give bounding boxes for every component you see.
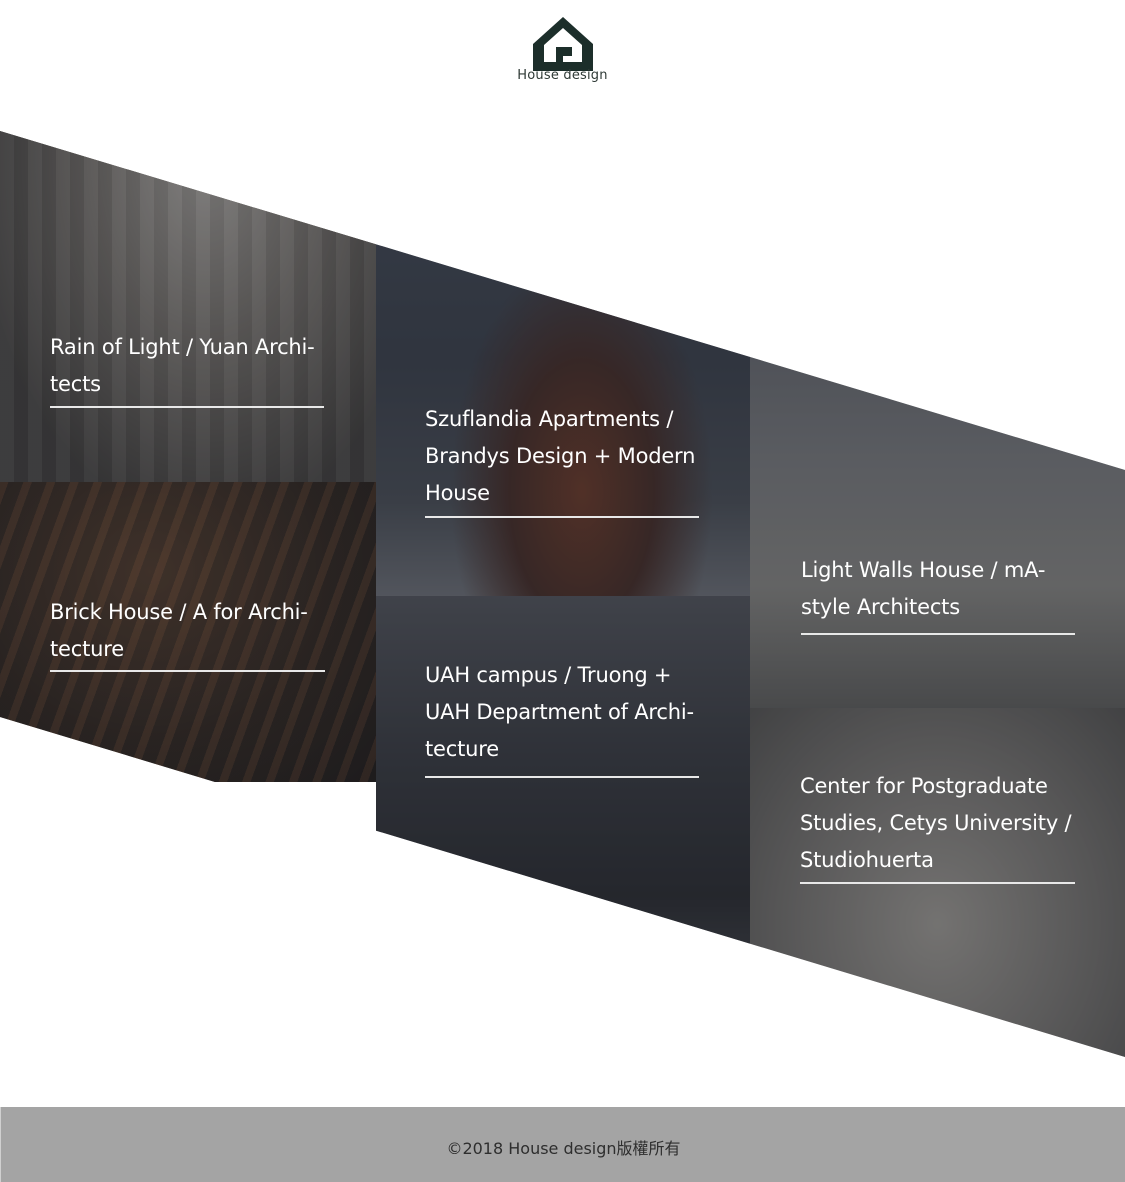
title-underline — [50, 670, 325, 672]
project-title-brick-house[interactable]: Brick House / A for Archi- tecture — [50, 594, 308, 668]
project-title-line: Rain of Light / Yuan Archi- — [50, 335, 315, 359]
tile-overlay — [376, 596, 750, 996]
logo-link[interactable] — [532, 16, 594, 72]
logo-text: House design — [517, 68, 608, 83]
project-title-line: tecture — [50, 637, 124, 661]
project-title-line: Brandys Design + Modern — [425, 444, 696, 468]
copyright-text: ©2018 House design版權所有 — [446, 1139, 681, 1158]
project-title-line: Center for Postgraduate — [800, 774, 1048, 798]
project-tile-szuflandia[interactable] — [376, 131, 750, 596]
project-tile-light-walls[interactable] — [750, 300, 1125, 708]
project-tile-uah-campus[interactable] — [376, 596, 750, 996]
tile-overlay — [0, 131, 376, 482]
project-title-line: tecture — [425, 737, 499, 761]
title-underline — [800, 882, 1075, 884]
title-underline — [50, 406, 324, 408]
project-title-rain-of-light[interactable]: Rain of Light / Yuan Archi- tects — [50, 329, 315, 403]
project-title-line: UAH campus / Truong + — [425, 663, 672, 687]
project-title-line: style Architects — [801, 595, 960, 619]
project-title-line: Brick House / A for Archi- — [50, 600, 308, 624]
title-underline — [801, 633, 1075, 635]
tile-overlay — [750, 300, 1125, 708]
header: House design — [0, 0, 1125, 95]
project-title-line: House — [425, 481, 490, 505]
page: House design Rain of Light / Yuan Archi-… — [0, 0, 1125, 1182]
project-title-szuflandia[interactable]: Szuflandia Apartments / Brandys Design +… — [425, 401, 695, 512]
project-title-cetys[interactable]: Center for Postgraduate Studies, Cetys U… — [800, 768, 1072, 879]
footer: ©2018 House design版權所有 — [0, 1107, 1125, 1182]
title-underline — [425, 516, 699, 518]
project-title-line: Szuflandia Apartments / — [425, 407, 674, 431]
project-gallery: Rain of Light / Yuan Archi- tects Brick … — [0, 131, 1125, 1057]
house-logo-icon — [533, 17, 593, 71]
project-tile-cetys[interactable] — [750, 708, 1125, 1057]
project-title-line: Light Walls House / mA- — [801, 558, 1046, 582]
project-title-light-walls[interactable]: Light Walls House / mA- style Architects — [801, 552, 1045, 626]
project-title-line: Studiohuerta — [800, 848, 934, 872]
tile-overlay — [376, 131, 750, 596]
title-underline — [425, 776, 699, 778]
project-title-line: tects — [50, 372, 101, 396]
project-title-line: Studies, Cetys University / — [800, 811, 1072, 835]
project-title-line: UAH Department of Archi- — [425, 700, 694, 724]
project-tile-rain-of-light[interactable] — [0, 131, 376, 482]
tile-overlay — [750, 708, 1125, 1057]
project-title-uah-campus[interactable]: UAH campus / Truong + UAH Department of … — [425, 657, 694, 768]
